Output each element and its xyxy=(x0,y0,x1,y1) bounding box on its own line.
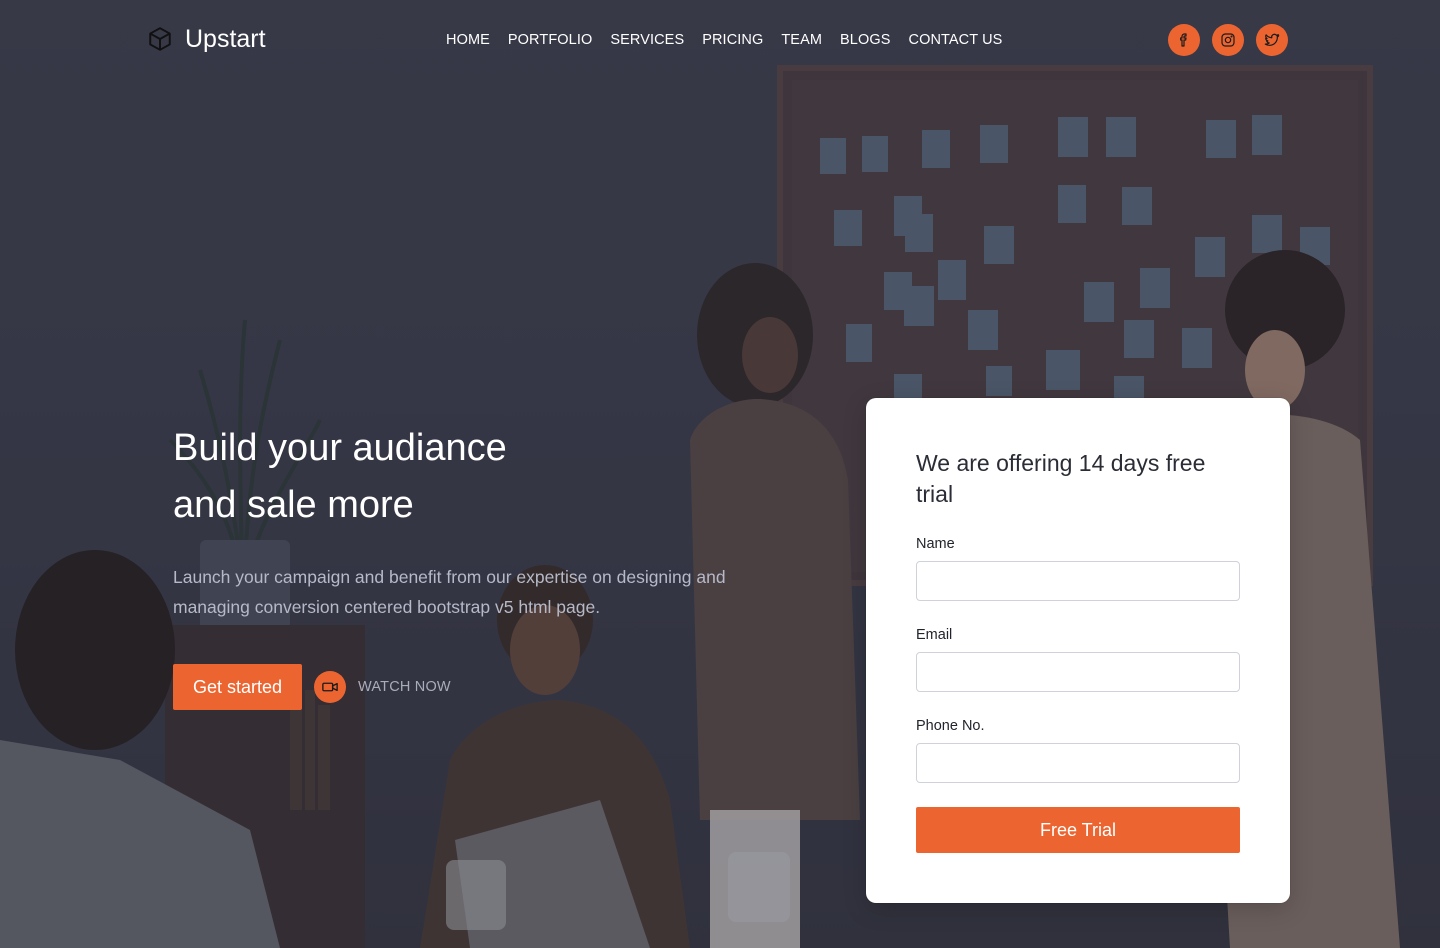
name-input[interactable] xyxy=(916,561,1240,601)
free-trial-button[interactable]: Free Trial xyxy=(916,807,1240,853)
facebook-icon xyxy=(1180,33,1187,47)
hero-title-line-1: Build your audiance xyxy=(173,427,507,469)
cube-icon xyxy=(149,27,171,51)
watch-now-label: WATCH NOW xyxy=(358,679,451,695)
email-label: Email xyxy=(916,627,953,643)
name-label: Name xyxy=(916,536,955,552)
instagram-icon xyxy=(1221,33,1235,47)
hero-title: Build your audiance and sale more xyxy=(173,420,733,534)
navbar: Upstart HOME PORTFOLIO SERVICES PRICING … xyxy=(0,0,1440,80)
hero-cta-row: Get started WATCH NOW xyxy=(173,664,451,710)
twitter-button[interactable] xyxy=(1256,24,1288,56)
nav-item-services[interactable]: SERVICES xyxy=(601,31,693,49)
phone-label: Phone No. xyxy=(916,718,985,734)
facebook-button[interactable] xyxy=(1168,24,1200,56)
nav-item-contact-us[interactable]: CONTACT US xyxy=(900,31,1012,49)
watch-now-link[interactable]: WATCH NOW xyxy=(314,671,451,703)
nav-menu: HOME PORTFOLIO SERVICES PRICING TEAM BLO… xyxy=(446,31,1011,49)
brand-logo-link[interactable]: Upstart xyxy=(147,24,266,54)
nav-item-pricing[interactable]: PRICING xyxy=(693,31,772,49)
nav-item-team[interactable]: TEAM xyxy=(772,31,831,49)
hero-subtitle: Launch your campaign and benefit from ou… xyxy=(173,567,726,617)
phone-input[interactable] xyxy=(916,743,1240,783)
instagram-button[interactable] xyxy=(1212,24,1244,56)
get-started-button[interactable]: Get started xyxy=(173,664,302,710)
brand-name: Upstart xyxy=(185,25,266,53)
social-links xyxy=(1168,24,1288,56)
free-trial-form-card: We are offering 14 days free trial Name … xyxy=(866,398,1290,903)
nav-item-home[interactable]: HOME xyxy=(446,31,499,49)
video-camera-icon xyxy=(322,682,338,692)
form-title: We are offering 14 days free trial xyxy=(916,450,1206,507)
twitter-icon xyxy=(1264,33,1280,46)
email-input[interactable] xyxy=(916,652,1240,692)
nav-item-blogs[interactable]: BLOGS xyxy=(831,31,899,49)
hero-title-line-2: and sale more xyxy=(173,484,414,526)
nav-item-portfolio[interactable]: PORTFOLIO xyxy=(499,31,601,49)
watch-now-icon-button[interactable] xyxy=(314,671,346,703)
